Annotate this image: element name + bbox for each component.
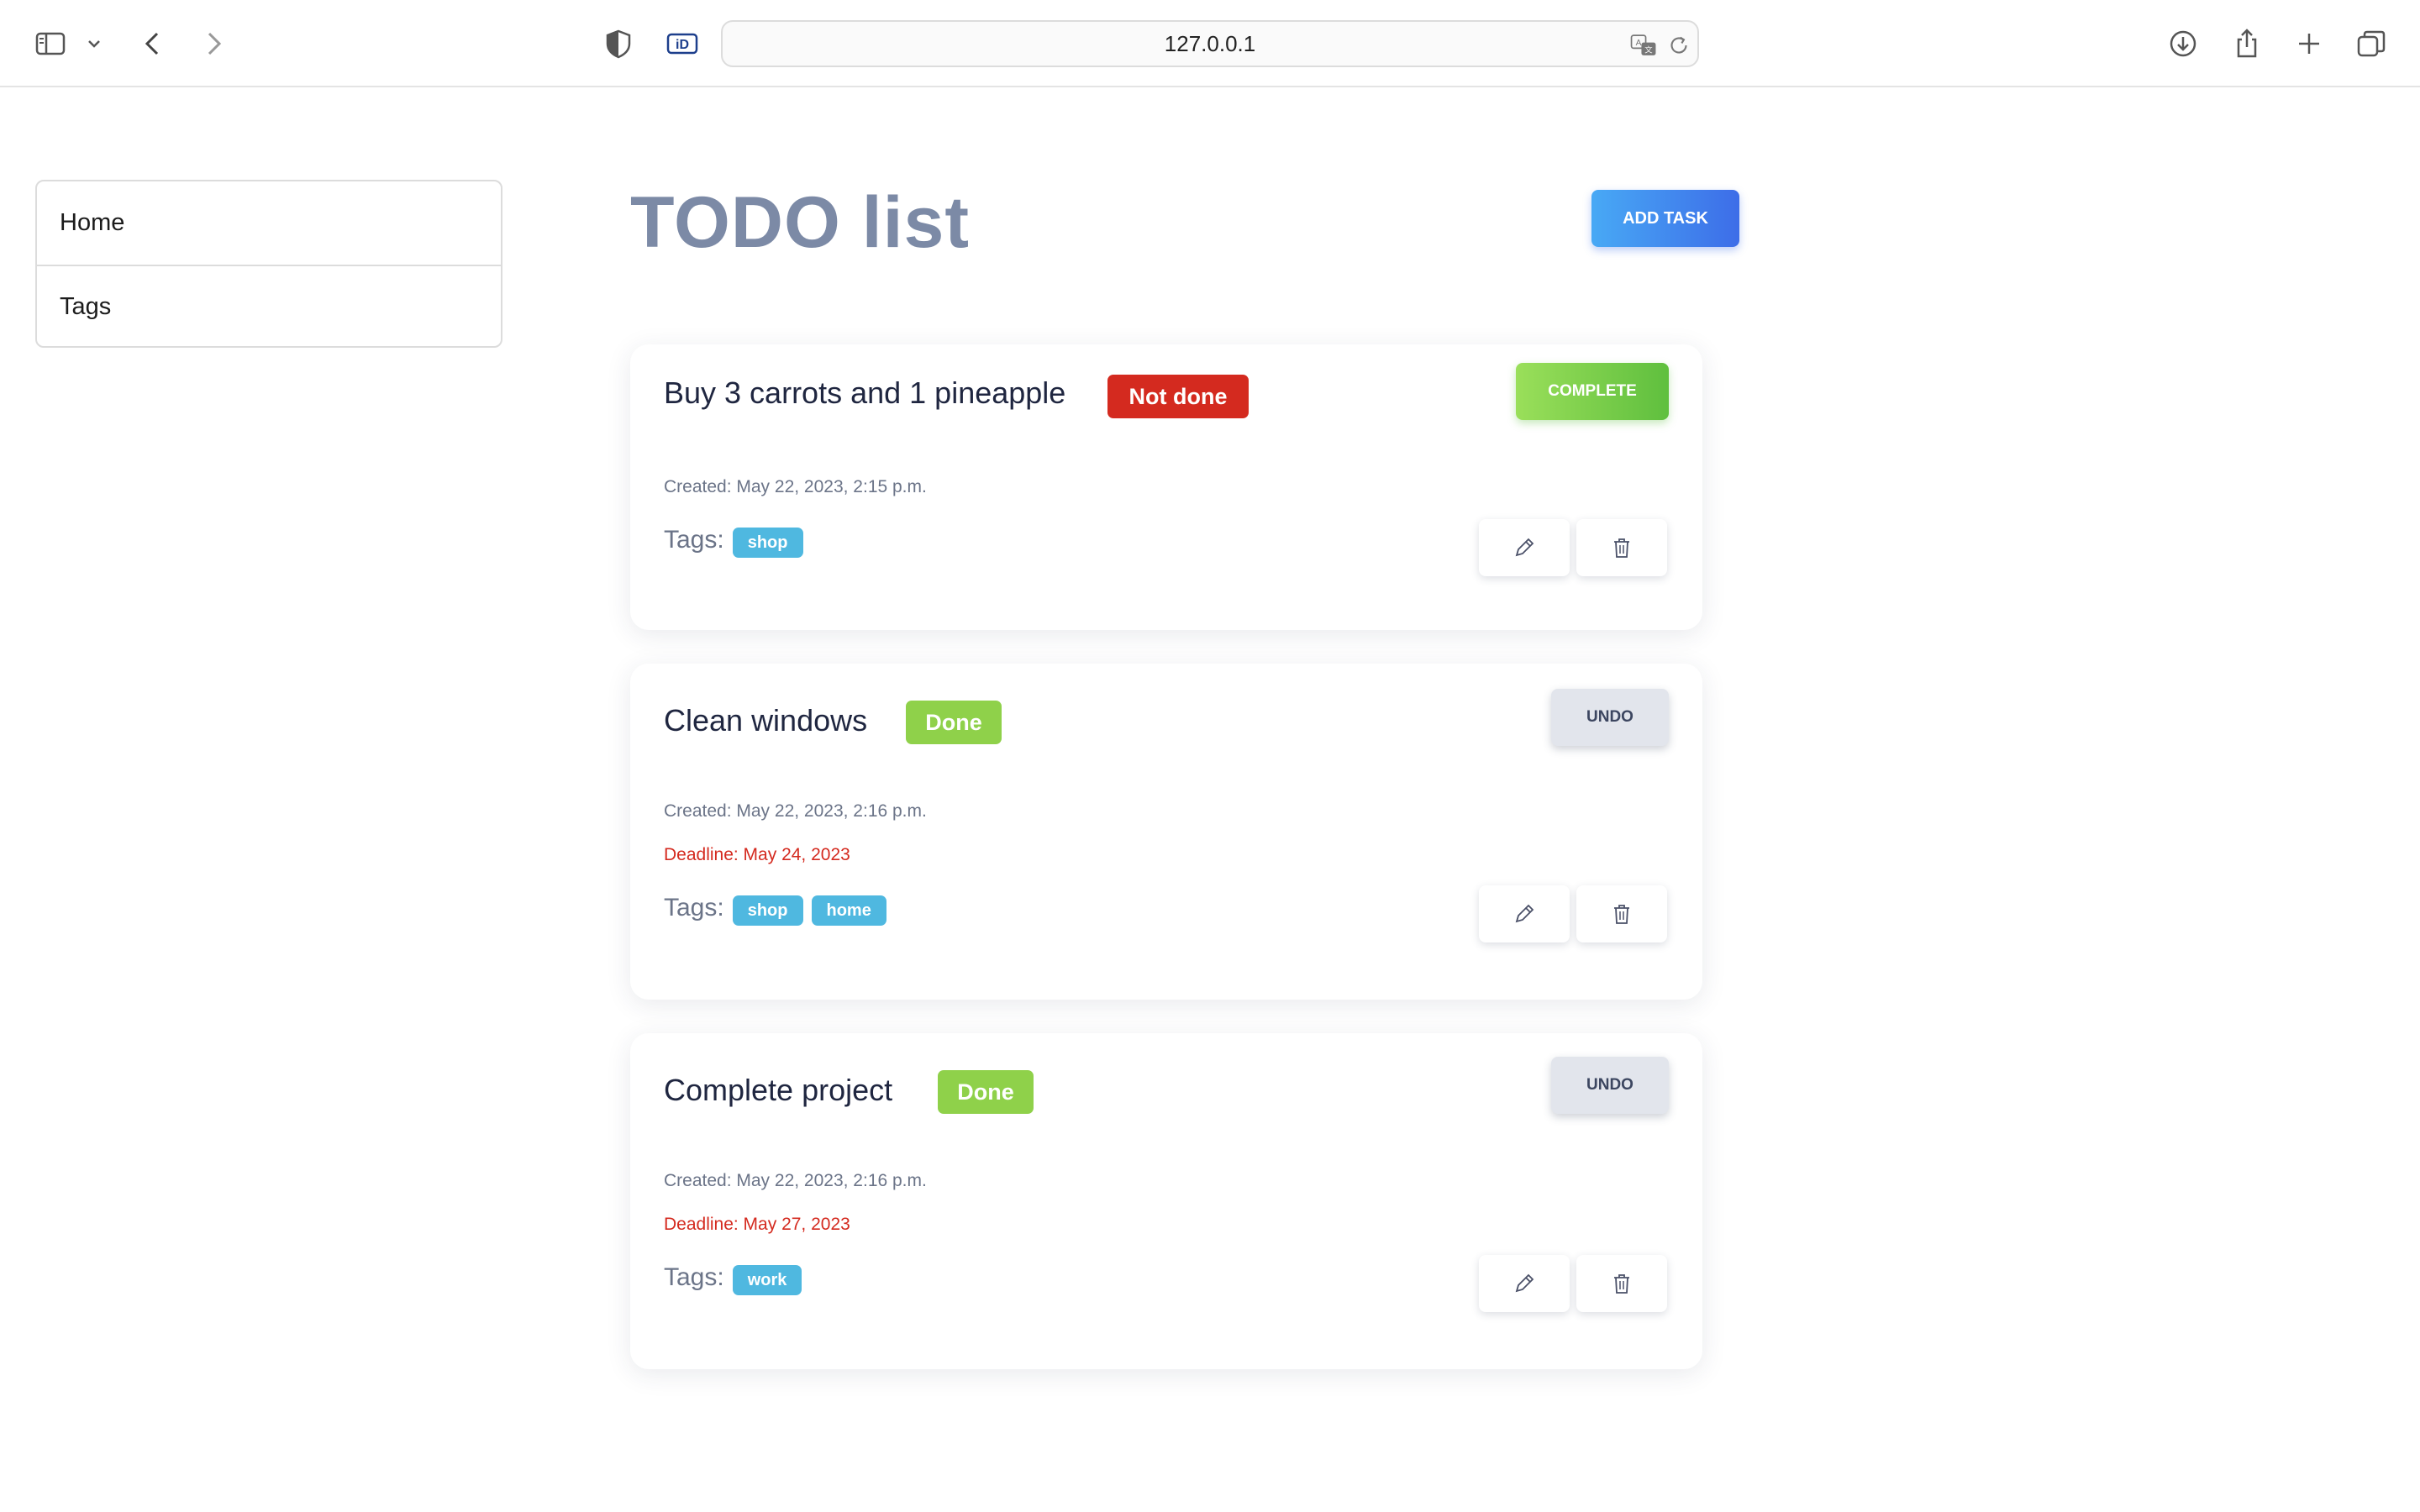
created-date: Created: May 22, 2023, 2:16 p.m. [664,801,927,821]
tag-badge: shop [732,895,803,926]
sidebar-toggle-icon[interactable] [30,24,71,64]
sidebar-item-home[interactable]: Home [37,181,501,265]
task-card: Complete project Done UNDO Created: May … [630,1033,1702,1369]
edit-button[interactable] [1479,885,1570,942]
reload-icon[interactable] [1662,29,1696,62]
deadline-date: Deadline: May 27, 2023 [664,1215,850,1234]
pencil-icon [1515,538,1534,557]
trash-icon [1614,905,1629,924]
task-title: Clean windows [664,703,868,738]
tag-badge: work [732,1265,802,1295]
tags-label: Tags: [664,894,724,921]
sidebar-item-label: Home [60,209,125,236]
tab-overview-icon[interactable] [2351,24,2391,64]
svg-text:iD: iD [676,38,689,52]
page-title: TODO list [630,182,971,263]
task-card: Clean windows Done UNDO Created: May 22,… [630,664,1702,1000]
back-arrow-icon[interactable] [133,24,173,64]
address-bar[interactable]: 127.0.0.1 A文 [721,20,1699,67]
browser-toolbar: iD 127.0.0.1 A文 [0,0,2420,87]
sidebar-nav: Home Tags [35,180,502,348]
share-icon[interactable] [2227,24,2267,64]
id-extension-icon[interactable]: iD [662,24,702,64]
translate-icon[interactable]: A文 [1627,29,1660,62]
url-text: 127.0.0.1 [1164,30,1256,56]
tags-label: Tags: [664,1263,724,1291]
created-date: Created: May 22, 2023, 2:15 p.m. [664,477,927,496]
delete-button[interactable] [1576,885,1667,942]
task-title: Buy 3 carrots and 1 pineapple [664,375,1066,410]
tag-list: Tags: shop [664,522,812,558]
download-icon[interactable] [2163,24,2203,64]
undo-button[interactable]: UNDO [1551,689,1669,746]
svg-text:文: 文 [1644,45,1653,55]
trash-icon [1614,538,1629,558]
task-card: Buy 3 carrots and 1 pineapple Not done C… [630,344,1702,630]
tags-label: Tags: [664,526,724,554]
shield-icon[interactable] [598,24,639,64]
pencil-icon [1515,904,1534,923]
tag-badge: home [811,895,886,926]
deadline-date: Deadline: May 24, 2023 [664,845,850,864]
task-title: Complete project [664,1073,893,1107]
undo-button[interactable]: UNDO [1551,1057,1669,1114]
complete-button[interactable]: COMPLETE [1516,363,1669,420]
pencil-icon [1515,1273,1534,1293]
add-task-button[interactable]: ADD TASK [1591,190,1739,247]
sidebar-item-label: Tags [60,293,112,320]
status-badge: Done [938,1070,1034,1114]
new-tab-plus-icon[interactable] [2289,24,2329,64]
delete-button[interactable] [1576,519,1667,576]
created-date: Created: May 22, 2023, 2:16 p.m. [664,1171,927,1190]
chevron-down-icon[interactable] [77,24,111,64]
forward-arrow-icon[interactable] [193,24,234,64]
tag-badge: shop [732,528,803,558]
tag-list: Tags: shop home [664,890,895,926]
edit-button[interactable] [1479,519,1570,576]
edit-button[interactable] [1479,1255,1570,1312]
sidebar-item-tags[interactable]: Tags [37,265,501,346]
svg-text:A: A [1636,39,1642,48]
delete-button[interactable] [1576,1255,1667,1312]
tag-list: Tags: work [664,1260,810,1295]
status-badge: Not done [1107,375,1249,418]
status-badge: Done [906,701,1002,744]
trash-icon [1614,1274,1629,1294]
